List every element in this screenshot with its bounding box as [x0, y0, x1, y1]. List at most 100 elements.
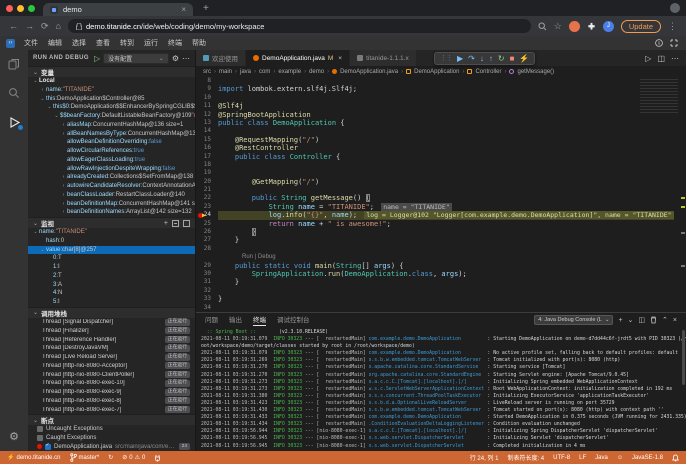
tree-item[interactable]: allowEagerClassLoading: true	[28, 156, 195, 165]
tree-item[interactable]: ›autowireCandidateResolver: ContextAnnot…	[28, 182, 195, 191]
thread-row[interactable]: Thread [http-nio-8080-ClientPoller]正在运行	[28, 370, 195, 379]
split-editor-icon[interactable]: ◫	[657, 54, 665, 63]
panel-tab-终端[interactable]: 终端	[253, 314, 266, 326]
menu-帮助[interactable]: 帮助	[187, 40, 211, 47]
code-line[interactable]: 8	[196, 77, 686, 85]
line-number[interactable]: 8	[196, 77, 218, 85]
window-controls[interactable]	[6, 5, 35, 12]
line-number[interactable]: 20	[196, 178, 218, 186]
thread-row[interactable]: Thread [Live Reload Server]正在运行	[28, 353, 195, 362]
search-icon[interactable]	[7, 86, 21, 100]
thread-row[interactable]: Thread [DestroyJavaVM]正在运行	[28, 344, 195, 353]
watch-section-header[interactable]: ⌄ 监视 +	[28, 217, 195, 228]
cursor-position[interactable]: 行 24, 列 1	[470, 453, 499, 462]
tree-item[interactable]: ⌄this$0: DemoApplication$$EnhancerBySpri…	[28, 103, 195, 112]
profile-avatar[interactable]: J	[603, 21, 614, 32]
code-line[interactable]: 19	[196, 169, 686, 177]
run-file-icon[interactable]: ▷	[645, 54, 651, 63]
breakpoint-checkbox[interactable]	[37, 426, 43, 432]
code-line[interactable]: 9import lombok.extern.slf4j.Slf4j;	[196, 85, 686, 93]
notifications-bell-icon[interactable]	[672, 454, 679, 462]
line-number[interactable]: 21	[196, 186, 218, 194]
tree-item[interactable]: 3: A	[28, 281, 195, 290]
editor-tab-titanide-1.1.1.x[interactable]: titanide-1.1.1.x	[350, 50, 417, 66]
line-number[interactable]: 22	[196, 194, 218, 202]
menu-文件[interactable]: 文件	[19, 40, 43, 47]
thread-row[interactable]: Thread [http-nio-8080-exec-10]正在运行	[28, 379, 195, 388]
breadcrumb-item[interactable]: DemoApplication.java	[340, 69, 398, 75]
menu-转到[interactable]: 转到	[115, 40, 139, 47]
start-debug-button[interactable]: ▷	[94, 54, 100, 63]
terminal-scrollbar[interactable]	[682, 330, 685, 385]
codelens-run-debug[interactable]: Run | Debug	[196, 253, 686, 261]
panel-tab-问题[interactable]: 问题	[205, 314, 218, 326]
breakpoint-checkbox[interactable]	[37, 435, 43, 441]
indentation[interactable]: 制表符长度: 4	[507, 453, 544, 462]
tree-item[interactable]: ›beanDefinitionMap: ConcurrentHashMap@14…	[28, 200, 195, 209]
configure-gear-icon[interactable]: ⚙	[172, 54, 179, 63]
menu-运行[interactable]: 运行	[139, 40, 163, 47]
line-number[interactable]: 15	[196, 136, 218, 144]
feedback-smiley-icon[interactable]: ☺	[617, 455, 623, 461]
reload-button[interactable]: ⟳	[41, 22, 49, 31]
breadcrumb-item[interactable]: Controller	[475, 69, 501, 75]
code-line[interactable]: ▶24 log.info("{}", name); log = Logger@1…	[196, 211, 686, 219]
tree-item[interactable]: ⌄this: DemoApplication$Controller@85	[28, 95, 195, 104]
variables-section-header[interactable]: ⌄ 变量	[28, 66, 195, 77]
tree-item[interactable]: ›allBeanNamesByType: ConcurrentHashMap@1…	[28, 130, 195, 139]
code-line[interactable]: 10	[196, 94, 686, 102]
restart-button[interactable]: ↻	[498, 55, 505, 63]
menu-终端[interactable]: 终端	[163, 40, 187, 47]
thread-row[interactable]: Thread [http-nio-8080-exec-8]正在运行	[28, 397, 195, 406]
tree-item[interactable]: ›beanClassLoader: RestartClassLoader@140	[28, 191, 195, 200]
chevron-down-icon[interactable]: ⌄	[628, 316, 634, 324]
tree-item[interactable]: ⌄value: char[8]@257	[28, 246, 195, 255]
code-line[interactable]: 34	[196, 304, 686, 312]
line-number[interactable]: 13	[196, 119, 218, 127]
more-actions-icon[interactable]: ⋯	[182, 54, 190, 63]
split-terminal-icon[interactable]: ◫	[638, 316, 645, 324]
sync-icon[interactable]: ↻	[108, 454, 113, 461]
line-number[interactable]: 16	[196, 144, 218, 152]
close-panel-icon[interactable]: ×	[673, 317, 677, 324]
tree-item[interactable]: 4: N	[28, 289, 195, 298]
panel-tab-输出[interactable]: 输出	[229, 314, 242, 326]
hot-code-replace-icon[interactable]: ⚡	[519, 55, 529, 63]
drag-handle[interactable]: ⋮⋮	[440, 55, 452, 62]
thread-row[interactable]: Thread [http-nio-8080-Acceptor]正在运行	[28, 362, 195, 371]
debug-console-output[interactable]: :: Spring Boot :: (v2.3.10.RELEASE)2021-…	[196, 327, 686, 451]
line-number[interactable]: 23	[196, 203, 218, 211]
line-number[interactable]: 29	[196, 262, 218, 270]
code-line[interactable]: 25 return name + " is awesome!";	[196, 220, 686, 228]
code-line[interactable]: 32	[196, 287, 686, 295]
line-number[interactable]: 19	[196, 169, 218, 177]
line-number[interactable]: 32	[196, 287, 218, 295]
tree-item[interactable]: ›name: "TITANIDE"	[28, 86, 195, 95]
code-editor[interactable]: 89import lombok.extern.slf4j.Slf4j;1011@…	[196, 77, 686, 312]
continue-button[interactable]: ▶	[457, 55, 463, 63]
app-logo-icon[interactable]: ‹›	[6, 39, 15, 48]
line-number[interactable]: 10	[196, 94, 218, 102]
new-tab-button[interactable]: +	[203, 3, 209, 14]
breakpoints-section-header[interactable]: ⌄ 断点	[28, 414, 195, 425]
language-mode[interactable]: Java	[595, 455, 608, 461]
code-line[interactable]: 26 }	[196, 228, 686, 236]
git-branch[interactable]: master*	[70, 453, 100, 462]
line-number[interactable]: 17	[196, 153, 218, 161]
collapse-all-icon[interactable]	[172, 220, 179, 227]
breadcrumb-item[interactable]: main	[219, 69, 232, 75]
code-line[interactable]: 23 String name = "TITANIDE"; name = "TIT…	[196, 203, 686, 211]
forward-button[interactable]: →	[25, 22, 34, 31]
tree-item[interactable]: ⌄Local	[28, 77, 195, 86]
panel-tab-调试控制台[interactable]: 调试控制台	[277, 314, 310, 326]
code-line[interactable]: 17 public class Controller {	[196, 153, 686, 161]
menu-编辑[interactable]: 编辑	[43, 40, 67, 47]
step-over-button[interactable]: ↷	[468, 55, 475, 63]
line-number[interactable]: 14	[196, 127, 218, 135]
breadcrumb-item[interactable]: demo	[309, 69, 324, 75]
line-number[interactable]: 33	[196, 295, 218, 303]
remote-indicator[interactable]: ⚡ demo.titanide.cn	[7, 454, 61, 461]
address-bar[interactable]: demo.titanide.cn/ide/web/coding/demo/my-…	[68, 19, 531, 33]
kill-terminal-icon[interactable]	[650, 316, 657, 324]
maximize-panel-icon[interactable]: ⌃	[662, 316, 668, 324]
